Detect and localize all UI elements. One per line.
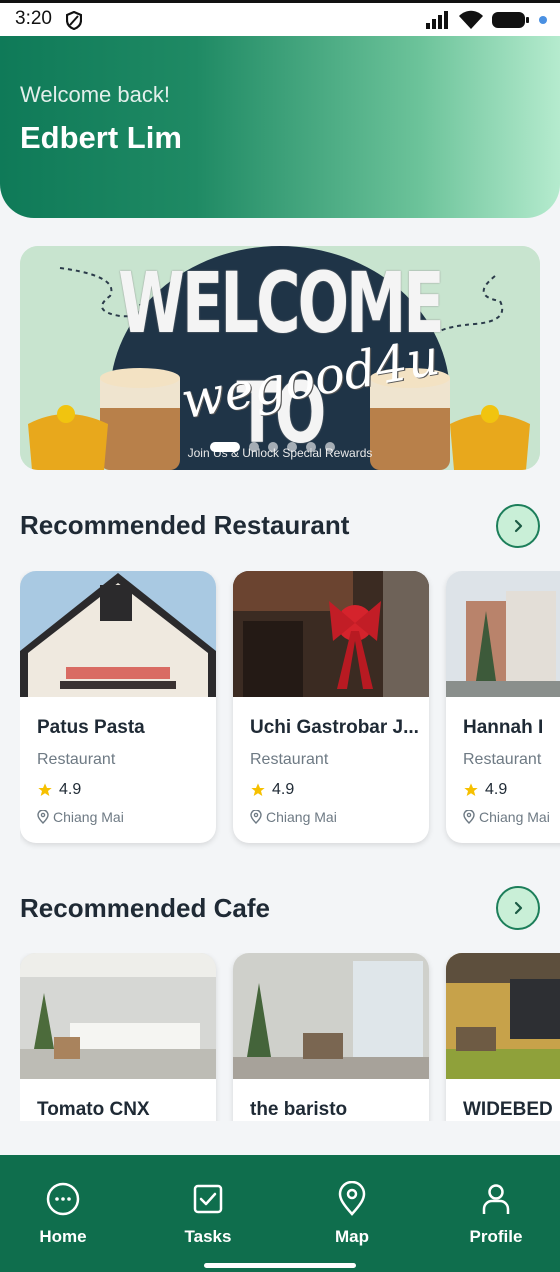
nav-item-map[interactable]: Map	[302, 1181, 402, 1247]
welcome-text: Welcome back!	[20, 82, 170, 107]
rating-value: 4.9	[59, 781, 82, 798]
cafe-card[interactable]: the baristo	[233, 953, 429, 1121]
cafe-card-list[interactable]: Tomato CNX the baristo WIDEBED	[20, 953, 560, 1121]
cafe-card[interactable]: WIDEBED	[446, 953, 560, 1121]
restaurant-name: Patus Pasta	[37, 717, 145, 738]
restaurant-card[interactable]: Hannah I Restaurant 4.9 Chiang Mai	[446, 571, 560, 843]
nav-item-profile[interactable]: Profile	[446, 1181, 546, 1247]
restaurants-section-title: Recommended Restaurant	[20, 510, 350, 540]
cafe-image	[446, 953, 560, 1079]
restaurant-image	[20, 571, 216, 697]
notification-dot-icon	[539, 16, 547, 24]
star-icon	[251, 783, 265, 796]
carousel-dot[interactable]	[268, 442, 278, 452]
star-icon	[38, 783, 52, 796]
bottom-navigation: Home Tasks Map Profile	[0, 1155, 560, 1272]
restaurant-rating: 4.9	[37, 781, 81, 799]
rating-value: 4.9	[272, 781, 295, 798]
location-pin-icon	[37, 810, 49, 824]
cafe-card[interactable]: Tomato CNX	[20, 953, 216, 1121]
cafes-section-title: Recommended Cafe	[20, 893, 270, 923]
carousel-dot[interactable]	[325, 442, 335, 452]
nav-label-profile: Profile	[469, 1227, 523, 1246]
restaurant-rating: 4.9	[250, 781, 294, 799]
restaurant-card[interactable]: Patus Pasta Restaurant 4.9 Chiang Mai	[20, 571, 216, 843]
restaurant-image	[233, 571, 429, 697]
home-indicator	[204, 1263, 356, 1268]
carousel-dots	[210, 442, 335, 452]
restaurant-card[interactable]: Uchi Gastrobar J... Restaurant 4.9 Chian…	[233, 571, 429, 843]
welcome-header: Welcome back! Edbert Lim	[0, 36, 560, 218]
user-name: Edbert Lim	[20, 120, 182, 155]
chevron-right-icon	[514, 519, 523, 533]
restaurant-category: Restaurant	[463, 751, 542, 768]
restaurant-rating: 4.9	[463, 781, 507, 799]
cafe-image	[233, 953, 429, 1079]
location-pin-icon	[250, 810, 262, 824]
restaurant-name: Hannah I	[463, 717, 544, 738]
restaurants-see-all-button[interactable]	[496, 504, 540, 548]
chevron-right-icon	[514, 901, 523, 915]
signal-icon	[426, 11, 448, 29]
home-icon	[46, 1182, 80, 1216]
nav-label-home: Home	[39, 1227, 87, 1246]
status-time: 3:20	[15, 8, 52, 29]
cafe-name: Tomato CNX	[37, 1099, 150, 1120]
restaurant-location: Chiang Mai	[250, 809, 337, 825]
battery-icon	[492, 12, 529, 28]
restaurant-category: Restaurant	[250, 751, 329, 768]
cafes-see-all-button[interactable]	[496, 886, 540, 930]
promo-banner[interactable]: WELCOME TO wegood4u Join Us & Unlock Spe…	[20, 246, 540, 470]
carousel-dot[interactable]	[287, 442, 297, 452]
location-text: Chiang Mai	[479, 809, 550, 825]
restaurant-image	[446, 571, 560, 697]
carousel-dot[interactable]	[249, 442, 259, 452]
wifi-icon	[459, 10, 483, 29]
nav-label-map: Map	[335, 1227, 369, 1246]
map-pin-icon	[338, 1181, 366, 1216]
location-text: Chiang Mai	[53, 809, 124, 825]
tasks-icon	[193, 1184, 223, 1214]
cafe-name: WIDEBED	[463, 1099, 553, 1120]
status-bar: 3:20	[0, 0, 560, 36]
nav-label-tasks: Tasks	[184, 1227, 232, 1246]
restaurant-name: Uchi Gastrobar J...	[250, 717, 419, 738]
location-text: Chiang Mai	[266, 809, 337, 825]
rating-value: 4.9	[485, 781, 508, 798]
restaurant-location: Chiang Mai	[37, 809, 124, 825]
location-pin-icon	[463, 810, 475, 824]
nav-item-tasks[interactable]: Tasks	[158, 1181, 258, 1247]
star-icon	[464, 783, 478, 796]
restaurant-category: Restaurant	[37, 751, 116, 768]
nav-item-home[interactable]: Home	[13, 1181, 113, 1247]
carousel-dot[interactable]	[210, 442, 240, 452]
cafe-name: the baristo	[250, 1099, 348, 1120]
restaurant-card-list[interactable]: Patus Pasta Restaurant 4.9 Chiang Mai Uc…	[20, 571, 560, 851]
cafe-image	[20, 953, 216, 1079]
carousel-dot[interactable]	[306, 442, 316, 452]
restaurant-location: Chiang Mai	[463, 809, 550, 825]
shield-icon	[66, 11, 82, 30]
profile-icon	[482, 1184, 510, 1214]
